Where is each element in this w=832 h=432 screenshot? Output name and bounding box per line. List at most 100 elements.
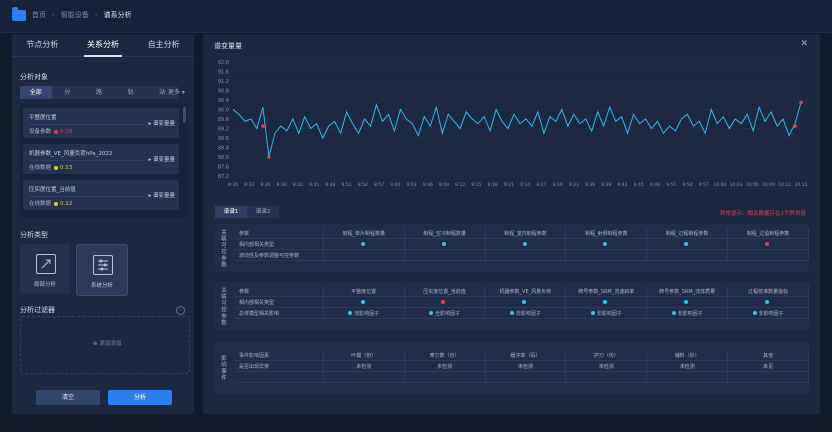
group-events: 影响事件 事件影响因素 叶模（份） 摩力数（份） 缓冲率（码） 护刀（份） 辅料… — [215, 342, 809, 394]
object-segment: 全部 分 路 轨 站 — [20, 86, 178, 99]
list-item[interactable]: 平整度位置 设备参数 0.18 谱变量量 — [23, 108, 179, 138]
row-label: 相内部相关类型 — [235, 238, 324, 250]
item-action[interactable]: 谱变量量 — [148, 155, 175, 163]
header-cell: 护刀（份） — [565, 350, 648, 361]
folder-logo-icon — [12, 7, 26, 21]
cell-value: 非影响因子 — [677, 310, 703, 317]
expand-icon — [36, 254, 56, 274]
x-tick-label: 8:57 — [374, 182, 384, 188]
x-tick-label: 8:51 — [342, 182, 352, 188]
dot-icon — [522, 241, 527, 246]
row-label: 是否出现异常 — [235, 360, 324, 372]
header-cell: 牌号参数_SRM_流速斜率 — [565, 286, 648, 297]
x-tick-label: 9:12 — [455, 182, 465, 188]
left-panel: 节点分析 关系分析 自主分析 分析对象 全部 分 路 轨 站 更多 ▾ 平整度位… — [12, 34, 194, 414]
y-tick-label: 89.6 — [218, 117, 229, 123]
cell-value: 非影响因子 — [596, 310, 622, 317]
tab-result-1[interactable]: 谱谱1 — [215, 206, 247, 218]
segment-3[interactable]: 轨 — [115, 86, 147, 99]
tab-custom-analysis[interactable]: 自主分析 — [145, 34, 183, 56]
cell-value: 未检测 — [323, 360, 405, 372]
type-system-analysis[interactable]: 系统分析 — [76, 244, 128, 296]
header-cell: 辅料（秒） — [646, 350, 729, 361]
series-line — [232, 102, 802, 158]
panel-title: 谱变量量 — [214, 42, 242, 50]
item-action[interactable]: 谱变量量 — [148, 119, 175, 127]
row-label: 相内部相关类型 — [235, 296, 324, 308]
header-cell: 缓冲率（码） — [485, 350, 567, 361]
x-tick-label: 9:33 — [569, 182, 579, 188]
dot-icon — [441, 241, 446, 246]
right-panel: 谱变量量 ✕ 92.0 91.6 91.2 90.8 90.4 90.0 89.6 89.2 8… — [203, 34, 820, 414]
header-cell: 其他 — [727, 350, 809, 361]
y-tick-label: 87.6 — [218, 165, 229, 171]
divider — [29, 196, 143, 197]
x-tick-label: 8:39 — [277, 182, 287, 188]
breadcrumb-item-devices[interactable]: 智能设备 — [61, 10, 89, 20]
list-item[interactable]: 压实度位置_当前值 在线数据 0.12 谱变量量 — [23, 180, 179, 210]
cell-value: 未检测 — [485, 360, 567, 372]
clear-button[interactable]: 清空 — [36, 390, 100, 405]
divider — [29, 160, 143, 161]
segment-all[interactable]: 全部 — [20, 86, 52, 99]
anomaly-point — [267, 155, 271, 159]
item-action[interactable]: 谱变量量 — [148, 191, 175, 199]
filter-dropzone[interactable]: 添加添加 — [20, 316, 190, 374]
group-table: 参数 平整度位置 压实度位置_当前值 机器参数_VE_风量负荷 牌号参数_SRM… — [235, 286, 809, 319]
cell-value: 未检测 — [565, 360, 648, 372]
x-tick-label: 9:57 — [699, 182, 709, 188]
info-icon[interactable]: i — [176, 306, 185, 315]
add-filter-button[interactable]: 添加添加 — [93, 339, 121, 347]
row-label: 总体模型相关影响 — [235, 307, 324, 319]
y-tick-label: 88.0 — [218, 155, 229, 161]
header-cell: 制程_过盈制程参数 — [727, 228, 809, 239]
x-tick-label: 8:33 — [244, 182, 254, 188]
warning-text: 异常提示：相关数据存在2个异常段 — [719, 211, 806, 217]
tab-relation-analysis[interactable]: 关系分析 — [83, 34, 122, 57]
x-tick-label: 9:24 — [520, 182, 530, 188]
anomaly-point — [793, 124, 797, 128]
header-cell: 制程_过程制程参数 — [646, 228, 729, 239]
status-dot-icon — [54, 165, 59, 170]
analysis-types: 局部分析 系统分析 — [20, 244, 128, 296]
list-item[interactable]: 机器参数_VE_风量负荷hPa_2022 在线数据 0.13 谱变量量 — [23, 144, 179, 174]
x-tick-label: 9:39 — [601, 182, 611, 188]
more-dropdown[interactable]: 更多 ▾ — [168, 86, 185, 99]
status-dot-icon — [54, 129, 59, 134]
segment-1[interactable]: 分 — [52, 86, 84, 99]
cell-value: 非影响因子 — [515, 310, 541, 317]
item-status: 设备参数 — [29, 129, 52, 135]
y-tick-label: 92.0 — [218, 60, 229, 66]
tab-node-analysis[interactable]: 节点分析 — [23, 34, 61, 56]
breadcrumb-item-home[interactable]: 首页 — [32, 10, 46, 20]
x-tick-label: 8:48 — [325, 182, 335, 188]
segment-2[interactable]: 路 — [83, 86, 115, 99]
chevron-right-icon: › — [94, 11, 98, 19]
item-status: 在线数据 — [29, 201, 52, 207]
analyze-button[interactable]: 分析 — [108, 390, 172, 405]
table-row — [235, 371, 809, 383]
dot-icon — [509, 311, 514, 315]
group-table: 事件影响因素 叶模（份） 摩力数（份） 缓冲率（码） 护刀（份） 辅料（秒） 其… — [235, 350, 809, 383]
top-bar: 首页 › 智能设备 › 谱系分析 — [0, 0, 832, 33]
header-cell: 制程_射频制程参数 — [565, 228, 648, 239]
scrollbar[interactable] — [183, 107, 186, 123]
divider — [29, 124, 143, 125]
table-row: 波动性及参数调整可控参数 — [235, 249, 809, 261]
x-tick-label: 8:42 — [293, 182, 303, 188]
header-cell: 参数 — [235, 228, 324, 239]
type-local-analysis[interactable]: 局部分析 — [20, 244, 70, 294]
filter-title: 分析过滤器 — [20, 306, 55, 314]
dot-icon — [441, 299, 446, 304]
x-tick-label: 9:45 — [634, 182, 644, 188]
table-row: 总体模型相关影响 非影响因子 全影响因子 非影响因子 非影响因子 非影响因子 非… — [235, 307, 809, 319]
header-cell: 制程_空冷制程数量 — [404, 228, 486, 239]
x-tick-label: 9:42 — [617, 182, 627, 188]
status-dot-icon — [54, 201, 59, 206]
close-icon[interactable]: ✕ — [800, 39, 808, 49]
header-cell: 机器参数_VE_风量负荷 — [484, 286, 567, 297]
tab-result-2[interactable]: 谱谱2 — [247, 206, 279, 218]
breadcrumb-item-current: 谱系分析 — [103, 11, 132, 19]
y-tick-label: 89.2 — [218, 127, 229, 133]
x-tick-label: 9:51 — [666, 182, 676, 188]
